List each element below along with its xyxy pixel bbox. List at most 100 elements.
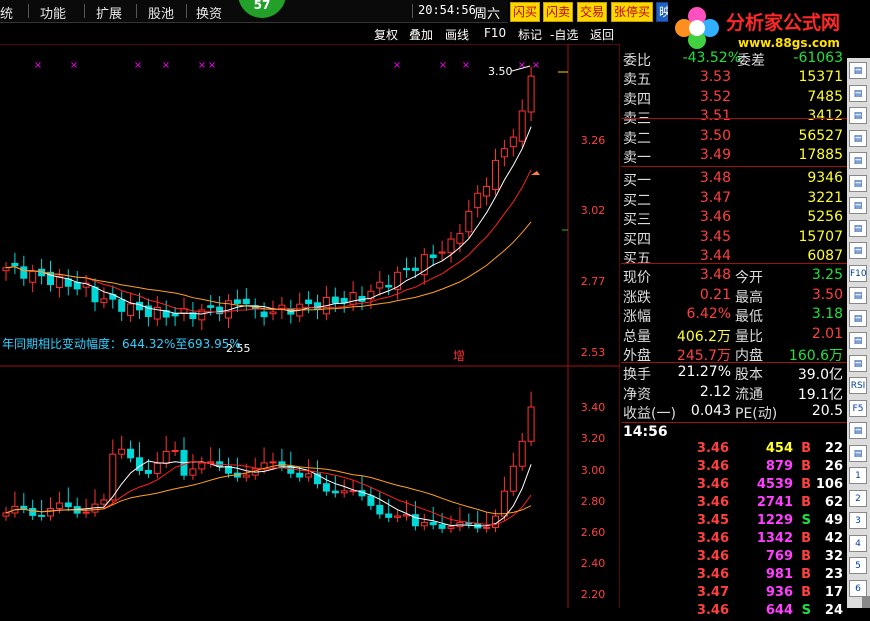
stat-label: 量比: [735, 328, 763, 345]
price-tick: 3.00: [581, 464, 606, 477]
remove-watchlist-button[interactable]: -自选: [550, 26, 578, 43]
candle-body: [260, 311, 268, 318]
fundamental-row: 换手 21.27% 股本 39.0亿: [621, 364, 847, 383]
sell-level-row[interactable]: 卖四 3.52 7485: [621, 89, 847, 108]
sell-level-label: 卖四: [623, 91, 651, 108]
sidebar-tool-icon[interactable]: ▤: [849, 129, 867, 147]
candle-body: [73, 282, 81, 290]
trade-count: 49: [824, 513, 843, 528]
fundamental-row: 净资 2.12 流通 19.1亿: [621, 384, 847, 403]
tool-1-icon[interactable]: 1: [849, 467, 867, 484]
signal-x-marker: ×: [208, 60, 216, 71]
trade-row: 3.46 454 B 22: [621, 441, 847, 459]
sidebar-tool-icon[interactable]: ▤: [849, 422, 867, 439]
sidebar-tool-icon[interactable]: ▤: [849, 197, 867, 214]
overlay-button[interactable]: 叠加: [409, 26, 433, 43]
buy-level-row[interactable]: 买五 3.44 6087: [621, 248, 847, 267]
candle-body: [447, 238, 455, 254]
candle-body: [411, 267, 419, 271]
trade-volume: 1342: [756, 531, 793, 546]
buy-volume: 3221: [807, 189, 843, 206]
sell-level-row[interactable]: 卖一 3.49 17885: [621, 147, 847, 166]
sell-level-row[interactable]: 卖五 3.53 15371: [621, 69, 847, 88]
rsi-icon[interactable]: RSI: [849, 377, 867, 394]
sidebar-tool-icon[interactable]: ▤: [849, 309, 867, 327]
sidebar-tool-icon[interactable]: ▤: [849, 174, 867, 192]
indicator-body: [394, 515, 402, 518]
trade-price: 3.46: [696, 549, 729, 564]
price-tick: 2.60: [581, 526, 606, 539]
sidebar-tool-icon[interactable]: ▤: [849, 332, 867, 349]
indicator-body: [385, 513, 393, 518]
sidebar-tool-icon[interactable]: ▤: [849, 444, 867, 462]
kline-chart[interactable]: 3.26 3.02 2.77 2.53 3.40 3.20 3.00 2.80 …: [0, 44, 620, 608]
trade-side: B: [801, 585, 811, 600]
buy-level-row[interactable]: 买二 3.47 3221: [621, 190, 847, 209]
indicator-body: [483, 526, 491, 529]
indicator-body: [153, 462, 161, 474]
mark-button[interactable]: 标记: [518, 26, 542, 43]
buy-price: 3.45: [699, 228, 731, 245]
sidebar-tool-icon[interactable]: ▤: [849, 354, 867, 372]
weibi-label: 委比: [623, 53, 651, 69]
sidebar-tool-icon[interactable]: ▤: [849, 242, 867, 259]
tool-4-icon[interactable]: 4: [849, 534, 867, 552]
f5-icon[interactable]: F5: [849, 399, 867, 417]
buy-level-label: 买四: [623, 231, 651, 248]
indicator-body: [296, 472, 304, 478]
candle-body: [509, 136, 517, 148]
trade-row: 3.46 4539 B 106: [621, 477, 847, 495]
candle-body: [518, 110, 526, 142]
back-button[interactable]: 返回: [590, 26, 614, 43]
moving-average-line: [5, 221, 532, 311]
trade-row: 3.45 1229 S 49: [621, 513, 847, 531]
tool-5-icon[interactable]: 5: [849, 557, 867, 574]
restore-rights-button[interactable]: 复权: [374, 26, 398, 43]
limit-up-buy-button[interactable]: 张停买: [611, 2, 654, 22]
tool-2-icon[interactable]: 2: [849, 489, 867, 507]
f10-button[interactable]: F10: [484, 26, 506, 40]
sell-level-label: 卖二: [623, 130, 651, 147]
candle-body: [456, 233, 464, 244]
trade-price: 3.46: [696, 567, 729, 582]
trade-volume: 4539: [756, 477, 793, 492]
buy-volume: 9346: [807, 170, 843, 186]
menu-system[interactable]: 统: [0, 3, 13, 22]
sidebar-tool-icon[interactable]: ▤: [849, 62, 867, 79]
stat-value: 19.1亿: [797, 386, 843, 403]
indicator-body: [136, 457, 143, 471]
indicator-ma-line: [5, 460, 532, 526]
indicator-body: [38, 514, 46, 517]
tool-3-icon[interactable]: 3: [849, 512, 867, 529]
indicator-body: [376, 504, 384, 515]
sidebar-tool-icon[interactable]: ▤: [849, 107, 867, 124]
price-tick: 3.40: [581, 401, 606, 414]
menu-extend[interactable]: 扩展: [96, 3, 122, 22]
sidebar-tool-icon[interactable]: ▤: [849, 152, 867, 169]
candle-body: [11, 262, 19, 267]
buy-level-row[interactable]: 买四 3.45 15707: [621, 229, 847, 248]
buy-level-row[interactable]: 买三 3.46 5256: [621, 209, 847, 228]
draw-line-button[interactable]: 画线: [445, 26, 469, 43]
buy-level-row[interactable]: 买一 3.48 9346: [621, 170, 847, 189]
menu-function[interactable]: 功能: [40, 3, 66, 22]
indicator-body: [367, 495, 375, 506]
trade-button[interactable]: 交易: [577, 2, 608, 22]
menu-stock-pool[interactable]: 股池: [148, 3, 174, 22]
candle-body: [305, 299, 313, 305]
scrollbar[interactable]: [862, 596, 870, 608]
sidebar-tool-icon[interactable]: ▤: [849, 84, 867, 102]
flash-buy-button[interactable]: 闪买: [510, 2, 541, 22]
sidebar-tool-icon[interactable]: ▤: [849, 219, 867, 237]
candle-body: [20, 266, 28, 279]
menu-switch[interactable]: 换资: [196, 3, 222, 22]
sidebar-tool-icon[interactable]: ▤: [849, 287, 867, 304]
trade-count: 22: [824, 441, 843, 456]
tool-6-icon[interactable]: 6: [849, 579, 867, 597]
candle-body: [474, 192, 482, 209]
stat-label: 流通: [735, 386, 763, 403]
sell-level-row[interactable]: 卖二 3.50 56527: [621, 128, 847, 147]
flash-sell-button[interactable]: 闪卖: [543, 2, 574, 22]
trade-volume: 644: [765, 603, 793, 618]
f10-icon[interactable]: F10: [849, 264, 867, 282]
